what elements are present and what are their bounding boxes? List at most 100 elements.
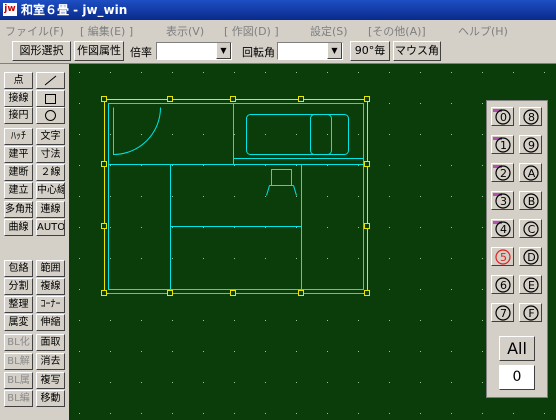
menu-draw[interactable]: [ 作図(D) ] [224,23,279,39]
tool-7-button[interactable]: 多角形 [4,201,33,218]
tool-col2-10-button[interactable]: 範囲 [36,260,65,277]
layer-all-button[interactable]: All [499,336,535,361]
chair [266,169,297,196]
layer-label: 4 [500,223,507,236]
drawing-canvas[interactable]: 0 8 1 9 2 A 3 B 4 C 5 D 6 E 7 F All 0 [69,64,556,420]
layer-label: 0 [500,111,507,124]
tool-6-button[interactable]: 建立 [4,182,33,199]
layer-C-button[interactable]: C [519,219,542,238]
layer-3-button[interactable]: 3 [491,191,514,210]
layer-6-button[interactable]: 6 [491,275,514,294]
layer-label: 5 [500,251,507,264]
circle-tool-icon [45,110,56,121]
line-tool-icon [44,75,57,86]
layer-label: 2 [500,167,507,180]
rectangle-tool-icon [45,94,56,104]
tool-2-button[interactable]: 接円 [4,107,33,124]
scale-label: 倍率 [130,46,152,59]
tool-col2-5-button[interactable]: ２線 [36,164,65,181]
tool-col2-13-button[interactable]: 伸縮 [36,314,65,331]
menu-view[interactable]: 表示(V) [166,23,204,39]
tool-12-button[interactable]: 整理 [4,296,33,313]
tool-16-button[interactable]: BL属 [4,372,33,389]
drawing-attribute-button[interactable]: 作図属性 [74,41,124,61]
tool-10-button[interactable]: 包絡 [4,260,33,277]
drawing-svg [79,72,545,414]
tool-4-button[interactable]: 建平 [4,146,33,163]
cabinet [310,114,349,155]
app-icon: jw [3,3,17,16]
layer-9-button[interactable]: 9 [519,135,542,154]
layer-4-button[interactable]: 4 [491,219,514,238]
layer-label: 8 [528,111,535,124]
menu-settings[interactable]: 設定(S) [310,23,348,39]
tool-5-button[interactable]: 建断 [4,164,33,181]
tool-8-button[interactable]: 曲線 [4,219,33,236]
layer-D-button[interactable]: D [519,247,542,266]
layer-label: F [528,307,535,320]
tool-11-button[interactable]: 分割 [4,278,33,295]
mouse-angle-button[interactable]: マウス角 [393,41,441,61]
title-bar: jw 和室６畳 - jw_win [0,0,556,20]
layer-label: E [528,279,535,292]
select-figure-button[interactable]: 図形選択 [12,41,71,61]
tool-col2-3-button[interactable]: 文字 [36,128,65,145]
layer-B-button[interactable]: B [519,191,542,210]
layer-zero-button[interactable]: 0 [499,365,535,390]
grid-dots [79,72,545,414]
layer-panel: 0 8 1 9 2 A 3 B 4 C 5 D 6 E 7 F All 0 [486,100,548,398]
tool-14-button[interactable]: BL化 [4,334,33,351]
layer-E-button[interactable]: E [519,275,542,294]
tool-1-button[interactable]: 接線 [4,90,33,107]
room-walls [108,103,364,290]
layer-F-button[interactable]: F [519,303,542,322]
tool-col2-7-button[interactable]: 連線 [36,201,65,218]
menu-edit[interactable]: [ 編集(E) ] [80,23,133,39]
layer-label: 1 [500,139,507,152]
tool-17-button[interactable]: BL編 [4,390,33,407]
tool-15-button[interactable]: BL解 [4,353,33,370]
tool-col2-17-button[interactable]: 移動 [36,390,65,407]
layer-label: C [527,223,536,236]
layer-7-button[interactable]: 7 [491,303,514,322]
tool-3-button[interactable]: ﾊｯﾁ [4,128,33,145]
menu-file[interactable]: ファイル(F) [5,23,64,39]
layer-label: B [527,195,536,208]
layer-5-button[interactable]: 5 [491,247,514,266]
tool-col2-6-button[interactable]: 中心線 [36,182,65,199]
rectangle-tool-button[interactable] [36,90,65,107]
chevron-down-icon[interactable]: ▼ [216,43,231,59]
window-title: 和室６畳 - jw_win [21,3,128,17]
menu-help[interactable]: ヘルプ(H) [458,23,508,39]
layer-label: 6 [500,279,507,292]
tool-0-button[interactable]: 点 [4,72,33,89]
menu-other[interactable]: [その他(A)] [368,23,426,39]
rotate-90-button[interactable]: 90°毎 [350,41,390,61]
door-swing [113,107,161,156]
line-tool-button[interactable] [36,72,65,89]
rotation-label: 回転角 [242,46,275,59]
tool-col2-12-button[interactable]: ｺｰﾅｰ [36,296,65,313]
tool-13-button[interactable]: 属変 [4,314,33,331]
tool-col2-4-button[interactable]: 寸法 [36,146,65,163]
layer-0-button[interactable]: 0 [491,107,514,126]
chevron-down-icon[interactable]: ▼ [327,43,342,59]
tool-col2-8-button[interactable]: AUTO [36,219,65,236]
tool-col2-16-button[interactable]: 複写 [36,372,65,389]
layer-label: A [527,167,536,180]
tool-col2-15-button[interactable]: 消去 [36,353,65,370]
room-plan [108,103,364,294]
scale-combo[interactable]: ▼ [156,42,232,60]
tool-col2-11-button[interactable]: 複線 [36,278,65,295]
tool-col2-14-button[interactable]: 面取 [36,334,65,351]
layer-2-button[interactable]: 2 [491,163,514,182]
circle-tool-button[interactable] [36,107,65,124]
toolbar: 図形選択 作図属性 倍率 ▼ 回転角 ▼ 90°毎 マウス角 [0,39,556,64]
rotation-combo[interactable]: ▼ [277,42,343,60]
layer-label: 9 [528,139,535,152]
layer-1-button[interactable]: 1 [491,135,514,154]
layer-8-button[interactable]: 8 [519,107,542,126]
menu-bar: ファイル(F) [ 編集(E) ] 表示(V) [ 作図(D) ] 設定(S) … [0,20,556,39]
tool-palette: 点接線 接円 ﾊｯﾁ 建平 建断 建立 多角形 曲線 包絡 分割 整理 属変 BL化 BL解 BL属 BL編 … [0,64,69,420]
layer-A-button[interactable]: A [519,163,542,182]
